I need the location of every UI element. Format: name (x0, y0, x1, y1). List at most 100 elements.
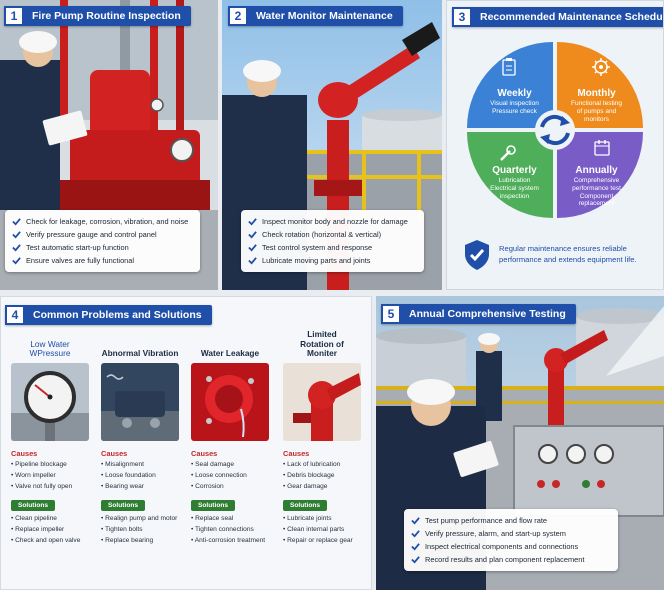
cause-item: • Worn impeller (11, 472, 56, 479)
solution-item: • Clean internal parts (283, 526, 345, 533)
water-leakage-photo (191, 363, 269, 441)
panel-annual-testing: 5 Annual Comprehensive Testing Test pump… (376, 296, 664, 590)
wedge-monthly-label: Monthly Functional testing of pumps and … (559, 88, 634, 123)
problem-column: Water Leakage Causes • Seal damage • Loo… (189, 333, 271, 548)
panel5-header: 5 Annual Comprehensive Testing (381, 304, 576, 324)
panel2-checklist: Inspect monitor body and nozzle for dama… (241, 210, 424, 272)
solution-item: • Replace bearing (101, 537, 154, 544)
solution-text: Anti-corrosion treatment (194, 537, 266, 544)
cause-item: • Pipeline blockage (11, 461, 67, 468)
cause-text: Pipeline blockage (15, 461, 67, 468)
checklist-item: Test control system and response (248, 241, 417, 254)
problems-grid: Low Water WPressure Causes • Pipeline bl… (9, 329, 369, 583)
wedge-desc: Lubrication Electrical system inspection (490, 177, 539, 200)
wedge-weekly-label: Weekly Visual inspection Pressure check (477, 88, 552, 116)
checklist-item: Test pump performance and flow rate (411, 514, 611, 527)
check-icon (411, 556, 420, 564)
solution-text: Clean internal parts (287, 526, 345, 533)
solutions-label: Solutions (191, 500, 236, 511)
problem-title: Abnormal Vibration (101, 348, 179, 359)
cause-item: • Lack of lubrication (283, 461, 341, 468)
problem-title: Limited Rotation of Moniter (300, 329, 344, 359)
cause-text: Loose foundation (105, 472, 156, 479)
wedge-title: Annually (575, 165, 618, 176)
solution-text: Tighten connections (195, 526, 254, 533)
panel5-checklist: Test pump performance and flow rate Veri… (404, 509, 618, 571)
problem-title: Water Leakage (200, 348, 260, 359)
cause-item: • Bearing wear (101, 483, 144, 490)
solution-item: • Clean pipeline (11, 515, 57, 522)
solution-text: Replace seal (195, 515, 234, 522)
checklist-item: Verify pressure gauge and control panel (12, 228, 193, 241)
solution-item: • Check and open valve (11, 537, 81, 544)
checklist-text: Verify pressure, alarm, and start-up sys… (425, 529, 566, 538)
cause-text: Loose connection (195, 472, 247, 479)
cause-item: • Debris blockage (283, 472, 335, 479)
checklist-item: Test automatic start-up function (12, 241, 193, 254)
panel5-title: Annual Comprehensive Testing (409, 308, 566, 320)
panel-fire-pump-inspection: 1 Fire Pump Routine Inspection Check for… (0, 0, 218, 290)
panel1-header: 1 Fire Pump Routine Inspection (4, 6, 191, 26)
panel2-header: 2 Water Monitor Maintenance (228, 6, 403, 26)
checklist-item: Inspect electrical components and connec… (411, 540, 611, 553)
solution-item: • Tighten bolts (101, 526, 143, 533)
checklist-text: Check for leakage, corrosion, vibration,… (26, 217, 189, 226)
solution-text: Realign pump and motor (105, 515, 178, 522)
causes-label: Causes (11, 449, 38, 458)
panel-water-monitor: 2 Water Monitor Maintenance Inspect moni… (222, 0, 442, 290)
wedge-desc: Functional testing of pumps and monitors (571, 100, 622, 123)
cause-text: Valve not fully open (15, 483, 73, 490)
cause-text: Corrosion (195, 483, 224, 490)
checklist-text: Test pump performance and flow rate (425, 516, 548, 525)
checklist-text: Test automatic start-up function (26, 243, 129, 252)
panel1-title: Fire Pump Routine Inspection (32, 10, 181, 22)
checklist-item: Record results and plan component replac… (411, 553, 611, 566)
solution-text: Replace impeller (15, 526, 65, 533)
schedule-note: Regular maintenance ensures reliable per… (463, 239, 659, 271)
solution-item: • Replace impeller (11, 526, 65, 533)
wedge-quarterly-label: Quarterly Lubrication Electrical system … (477, 165, 552, 200)
cause-text: Seal damage (195, 461, 234, 468)
panel4-number: 4 (5, 305, 25, 325)
panel5-number: 5 (381, 304, 401, 324)
vibration-photo (101, 363, 179, 441)
check-icon (12, 257, 21, 265)
checklist-text: Check rotation (horizontal & vertical) (262, 230, 382, 239)
wedge-title: Quarterly (492, 165, 537, 176)
check-icon (248, 218, 257, 226)
cause-text: Worn impeller (15, 472, 56, 479)
cause-item: • Misalignment (101, 461, 144, 468)
panel3-title: Recommended Maintenance Schedule (480, 11, 664, 23)
check-icon (248, 231, 257, 239)
pressure-gauge-photo (11, 363, 89, 441)
checklist-text: Inspect electrical components and connec… (425, 542, 579, 551)
checklist-text: Record results and plan component replac… (425, 555, 585, 564)
problem-column: Abnormal Vibration Causes • Misalignment… (99, 333, 181, 548)
cause-text: Bearing wear (105, 483, 144, 490)
causes-label: Causes (101, 449, 128, 458)
problem-column: Limited Rotation of Moniter Causes • Lac… (281, 329, 363, 548)
cause-item: • Valve not fully open (11, 483, 73, 490)
solution-item: • Repair or replace gear (283, 537, 353, 544)
causes-label: Causes (283, 449, 310, 458)
wedge-desc: Comprehensive performance test Component… (572, 177, 621, 208)
checklist-text: Test control system and response (262, 243, 373, 252)
checklist-item: Check rotation (horizontal & vertical) (248, 228, 417, 241)
panel2-number: 2 (228, 6, 248, 26)
cause-item: • Loose foundation (101, 472, 156, 479)
wedge-title: Monthly (577, 88, 616, 99)
solution-item: • Realign pump and motor (101, 515, 178, 522)
cause-text: Lack of lubrication (287, 461, 341, 468)
wedge-annually-label: Annually Comprehensive performance test … (559, 165, 634, 208)
check-icon (12, 244, 21, 252)
check-icon (248, 257, 257, 265)
panel-common-problems: 4 Common Problems and Solutions Low Wate… (0, 296, 372, 590)
solution-text: Clean pipeline (15, 515, 57, 522)
check-icon (12, 231, 21, 239)
causes-label: Causes (191, 449, 218, 458)
panel-maintenance-schedule: 3 Recommended Maintenance Schedule Weekl… (446, 0, 664, 290)
panel2-title: Water Monitor Maintenance (256, 10, 393, 22)
schedule-note-text: Regular maintenance ensures reliable per… (499, 244, 637, 264)
panel1-checklist: Check for leakage, corrosion, vibration,… (5, 210, 200, 272)
solution-text: Lubricate joints (287, 515, 332, 522)
